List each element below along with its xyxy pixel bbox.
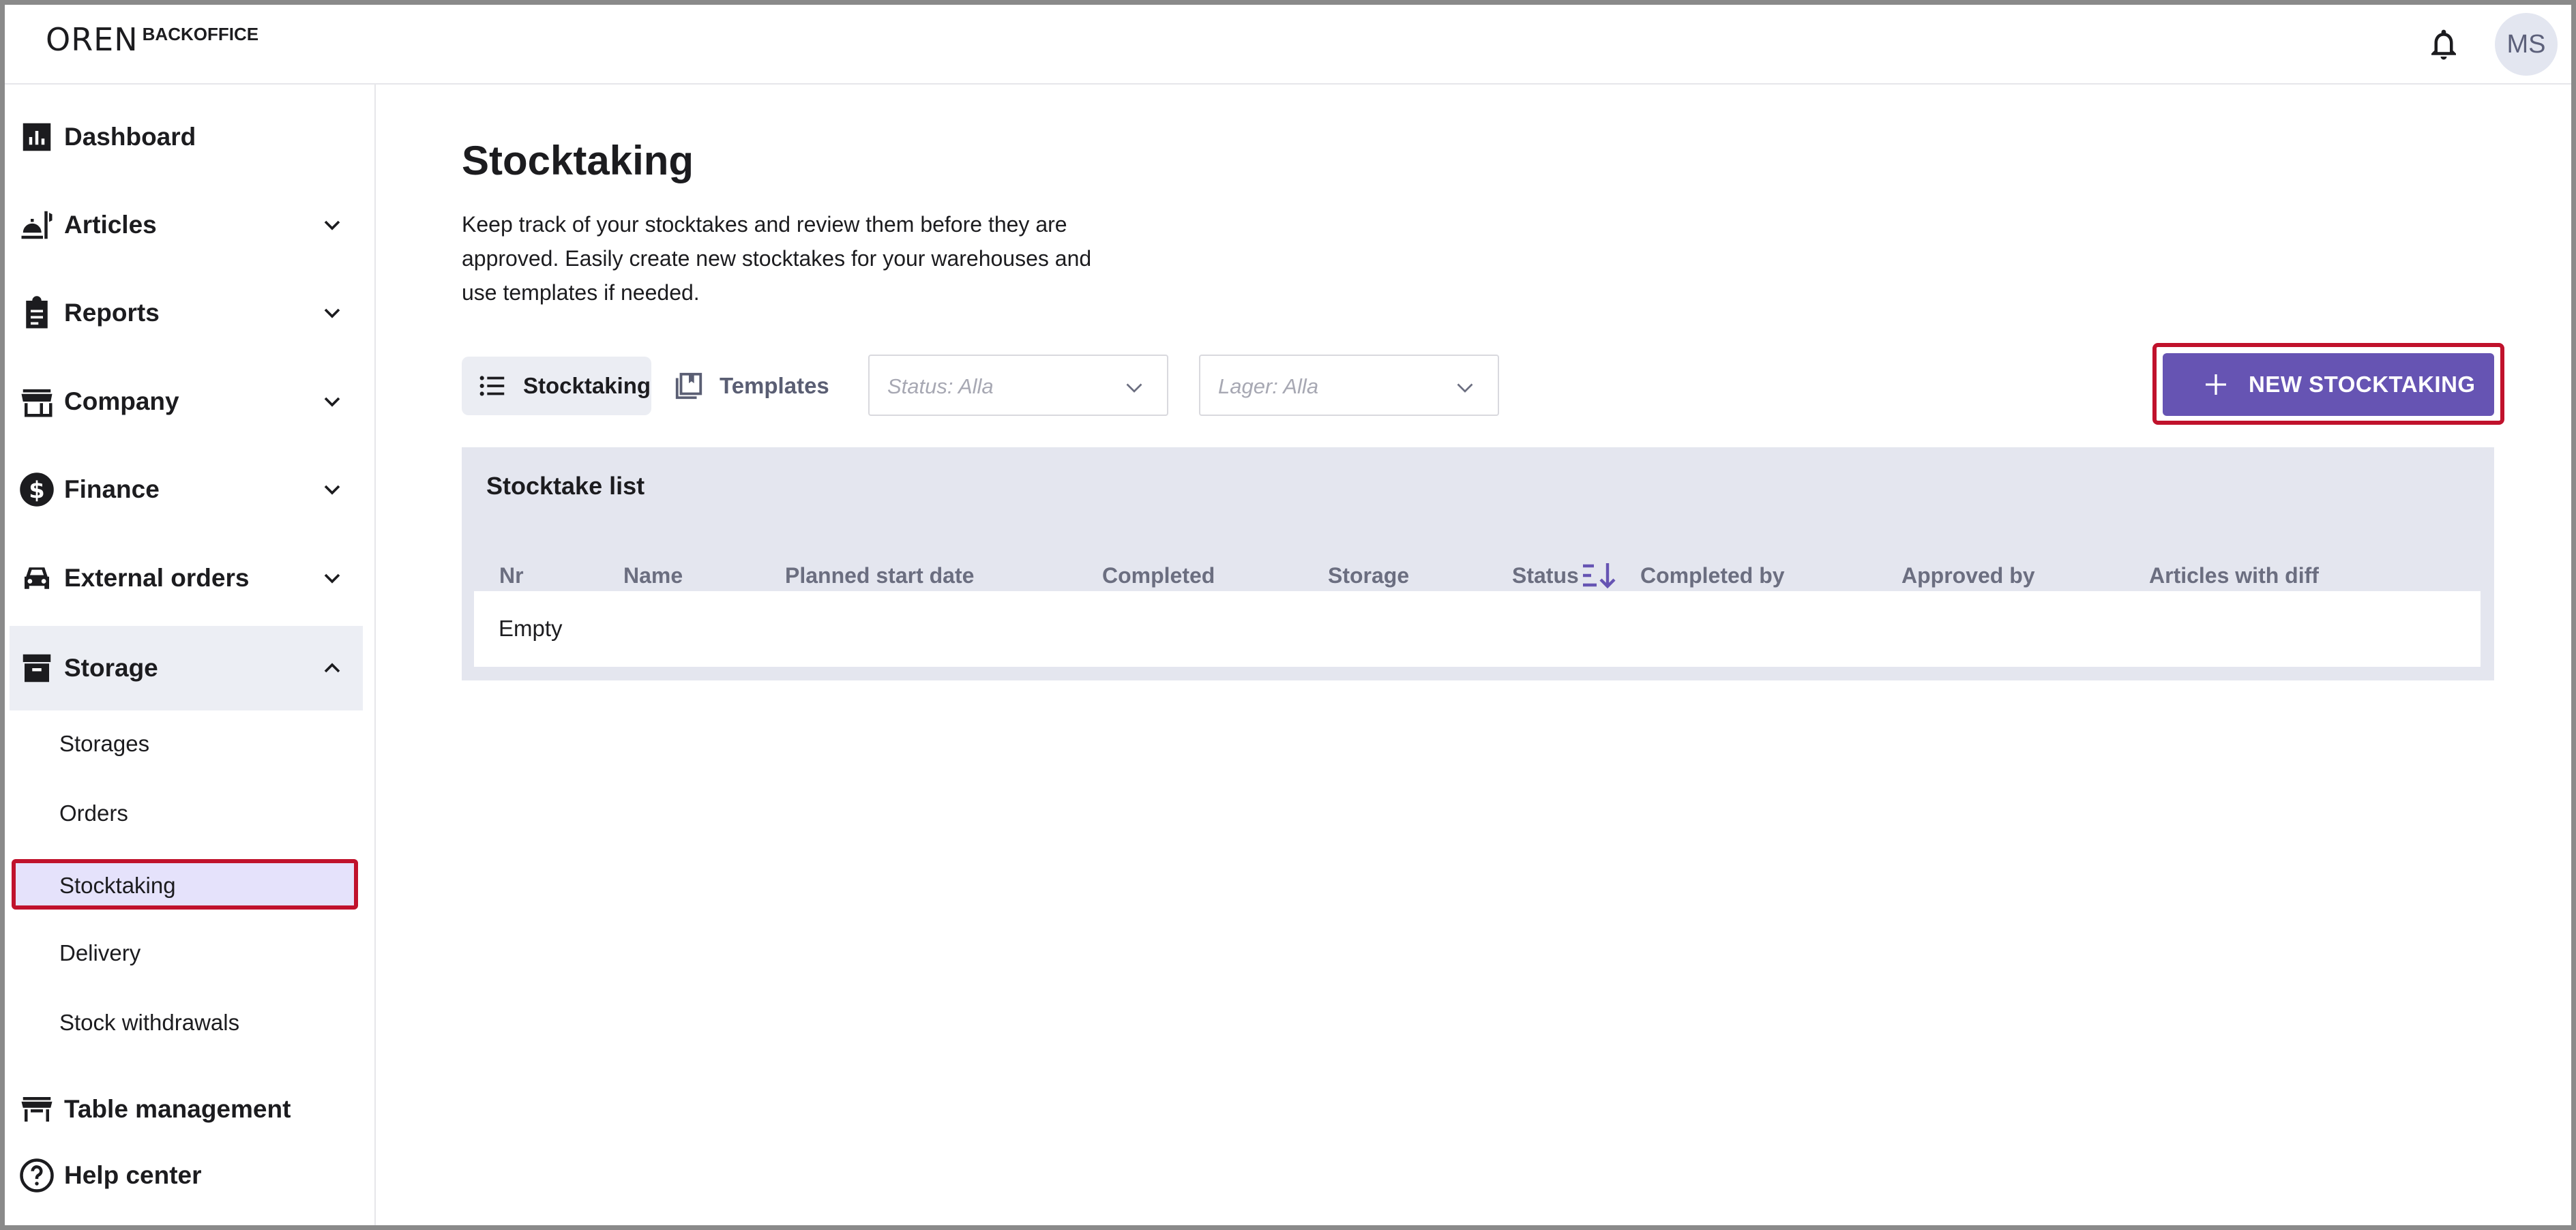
sidebar-item-label: Articles	[64, 211, 157, 239]
sidebar-subitem-stocktaking[interactable]: Stocktaking	[12, 859, 358, 910]
sidebar-item-label: Storage	[64, 654, 158, 682]
sidebar-item-label: External orders	[64, 564, 250, 592]
table-icon	[21, 1097, 53, 1122]
stocktake-list-title: Stocktake list	[486, 472, 645, 500]
help-circle-icon	[20, 1158, 54, 1192]
tab-stocktaking[interactable]: Stocktaking	[462, 357, 651, 415]
sidebar-item-label: Dashboard	[64, 123, 196, 151]
archive-box-icon	[23, 654, 51, 682]
sidebar-item-storage[interactable]: Storage	[10, 626, 363, 710]
sidebar-item-external-orders[interactable]: External orders	[5, 541, 363, 616]
table-body: Empty	[474, 591, 2481, 667]
sidebar-item-table-management[interactable]: Table management	[5, 1072, 363, 1147]
chevron-down-icon	[324, 485, 340, 495]
new-stocktaking-button[interactable]: NEW STOCKTAKING	[2163, 353, 2494, 416]
column-header-approved-by[interactable]: Approved by	[1901, 563, 2035, 588]
app-logo[interactable]: OREΝ BACKOFFICE	[46, 22, 258, 57]
empty-state-text: Empty	[499, 616, 563, 641]
column-header-nr[interactable]: Nr	[499, 563, 524, 588]
list-icon	[479, 376, 505, 396]
column-header-completed-by[interactable]: Completed by	[1640, 563, 1785, 588]
store-icon	[21, 389, 53, 417]
user-avatar[interactable]: MS	[2495, 13, 2558, 76]
chevron-down-icon	[1126, 383, 1142, 393]
status-filter-placeholder: Status: Alla	[887, 374, 994, 398]
column-header-planned-start-date[interactable]: Planned start date	[785, 563, 974, 588]
bell-icon[interactable]	[2425, 24, 2462, 65]
sidebar-item-articles[interactable]: Articles	[5, 188, 363, 262]
tab-label: Stocktaking	[523, 373, 651, 398]
new-stocktaking-label: NEW STOCKTAKING	[2249, 372, 2476, 397]
templates-icon	[675, 372, 702, 400]
sidebar-item-label: Company	[64, 387, 179, 415]
clipboard-icon	[26, 296, 48, 329]
food-service-icon	[21, 211, 53, 239]
status-filter-select[interactable]: Status: Alla	[868, 355, 1168, 416]
chevron-down-icon	[324, 220, 340, 230]
column-header-storage[interactable]: Storage	[1328, 563, 1409, 588]
chevron-down-icon	[324, 308, 340, 318]
sidebar-item-reports[interactable]: Reports	[5, 275, 363, 350]
plus-icon	[2206, 374, 2226, 395]
sidebar-subitem-orders[interactable]: Orders	[59, 800, 128, 826]
sidebar-item-label: Help center	[64, 1161, 202, 1189]
column-header-status[interactable]: Status	[1512, 563, 1579, 588]
tab-templates[interactable]: Templates	[670, 357, 829, 415]
column-header-name[interactable]: Name	[623, 563, 683, 588]
stocktake-list-panel: Stocktake list Nr Name Planned start dat…	[462, 447, 2494, 680]
chevron-up-icon	[324, 663, 340, 673]
sidebar-item-company[interactable]: Company	[5, 364, 363, 439]
storage-filter-select[interactable]: Lager: Alla	[1199, 355, 1499, 416]
logo-text: BACKOFFICE	[142, 24, 259, 44]
sidebar-item-finance[interactable]: $ Finance	[5, 452, 363, 527]
column-header-articles-with-diff[interactable]: Articles with diff	[2149, 563, 2319, 588]
sidebar: Dashboard Articles Reports Company $ Fin…	[5, 85, 376, 1225]
chevron-down-icon	[324, 573, 340, 584]
sidebar-item-label: Table management	[64, 1095, 291, 1123]
sort-descending-icon[interactable]	[1580, 559, 1618, 592]
chevron-down-icon	[324, 397, 340, 407]
sidebar-item-help-center[interactable]: Help center	[5, 1138, 363, 1213]
car-icon	[25, 567, 49, 589]
storage-filter-placeholder: Lager: Alla	[1218, 374, 1319, 398]
sidebar-subitem-label: Stocktaking	[59, 873, 176, 898]
bar-chart-icon	[23, 123, 51, 151]
main-content: Stocktaking Keep track of your stocktake…	[376, 85, 2571, 1225]
sidebar-subitem-delivery[interactable]: Delivery	[59, 940, 140, 966]
sidebar-subitem-storages[interactable]: Storages	[59, 731, 149, 757]
logo-mark: OREΝ	[46, 21, 138, 58]
top-header: OREΝ BACKOFFICE MS	[5, 5, 2571, 85]
sidebar-item-label: Reports	[64, 299, 160, 327]
sidebar-item-label: Finance	[64, 475, 160, 503]
dollar-circle-icon: $	[20, 472, 54, 507]
page-description: Keep track of your stocktakes and review…	[462, 212, 1092, 305]
column-header-completed[interactable]: Completed	[1102, 563, 1215, 588]
chevron-down-icon	[1457, 383, 1473, 393]
sidebar-item-dashboard[interactable]: Dashboard	[5, 100, 363, 175]
page-title: Stocktaking	[462, 138, 694, 183]
sidebar-subitem-stock-withdrawals[interactable]: Stock withdrawals	[59, 1010, 239, 1036]
svg-text:$: $	[29, 477, 44, 503]
tab-label: Templates	[720, 373, 829, 398]
